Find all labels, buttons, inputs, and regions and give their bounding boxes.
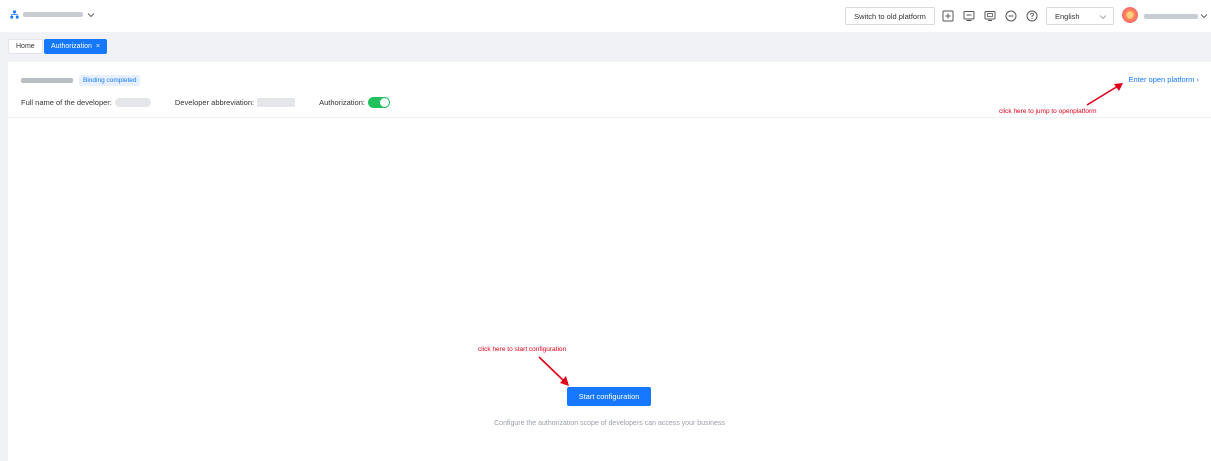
abbreviation-label: Developer abbreviation: xyxy=(174,98,255,107)
chevron-down-icon xyxy=(1200,14,1208,19)
tabs-bar: Home Authorization × xyxy=(0,32,1211,60)
message-icon[interactable] xyxy=(962,9,976,23)
abbreviation-value-blurred xyxy=(257,98,296,107)
top-bar: Switch to old platform English xyxy=(0,0,1211,32)
configuration-hint: Configure the authorization scope of dev… xyxy=(494,420,725,427)
enter-open-platform-link[interactable]: Enter open platform › xyxy=(1129,75,1199,84)
developer-header: Binding completed xyxy=(21,75,141,86)
divider xyxy=(8,117,1211,118)
authorization-toggle[interactable] xyxy=(367,97,390,108)
developer-info-row: Full name of the developer: Developer ab… xyxy=(21,97,390,108)
tab-label: Authorization xyxy=(51,43,92,50)
org-chart-icon xyxy=(10,10,19,19)
chevron-down-icon xyxy=(87,12,95,17)
user-name-blurred xyxy=(1144,13,1198,19)
full-name-label: Full name of the developer: xyxy=(21,98,112,107)
authorization-panel: Binding completed Enter open platform › … xyxy=(8,62,1211,461)
tab-label: Home xyxy=(16,43,35,50)
close-icon[interactable]: × xyxy=(96,43,100,50)
annotation-start: click here to start configuration xyxy=(478,346,567,353)
abbreviation-field: Developer abbreviation: xyxy=(174,98,296,107)
avatar[interactable] xyxy=(1122,7,1138,23)
full-name-field: Full name of the developer: xyxy=(21,98,151,107)
developer-name-blurred xyxy=(21,78,73,83)
plus-square-icon[interactable] xyxy=(941,9,955,23)
tab-authorization[interactable]: Authorization × xyxy=(44,39,107,54)
annotation-arrow-icon xyxy=(538,356,569,386)
tab-home[interactable]: Home xyxy=(8,39,43,54)
help-icon[interactable] xyxy=(1025,9,1039,23)
start-configuration-button[interactable]: Start configuration xyxy=(567,387,651,406)
annotation-arrow-icon xyxy=(1086,83,1123,106)
open-link-label: Enter open platform xyxy=(1128,75,1195,84)
annotation-jump: click here to jump to openplatform xyxy=(999,108,1097,115)
user-menu[interactable] xyxy=(1144,13,1208,19)
chevron-right-icon: › xyxy=(1196,75,1200,84)
full-name-value-blurred xyxy=(114,98,151,107)
chevron-down-icon xyxy=(1099,15,1107,20)
authorization-field: Authorization: xyxy=(319,97,390,108)
minus-circle-icon[interactable] xyxy=(1004,9,1018,23)
language-value: English xyxy=(1055,11,1080,21)
organization-name-blurred xyxy=(23,12,83,17)
language-select[interactable]: English xyxy=(1046,7,1114,25)
screen-icon[interactable] xyxy=(983,9,997,23)
switch-to-old-platform-button[interactable]: Switch to old platform xyxy=(845,7,935,25)
organization-switcher[interactable] xyxy=(10,10,95,19)
status-badge: Binding completed xyxy=(79,75,141,86)
authorization-label: Authorization: xyxy=(319,98,365,107)
